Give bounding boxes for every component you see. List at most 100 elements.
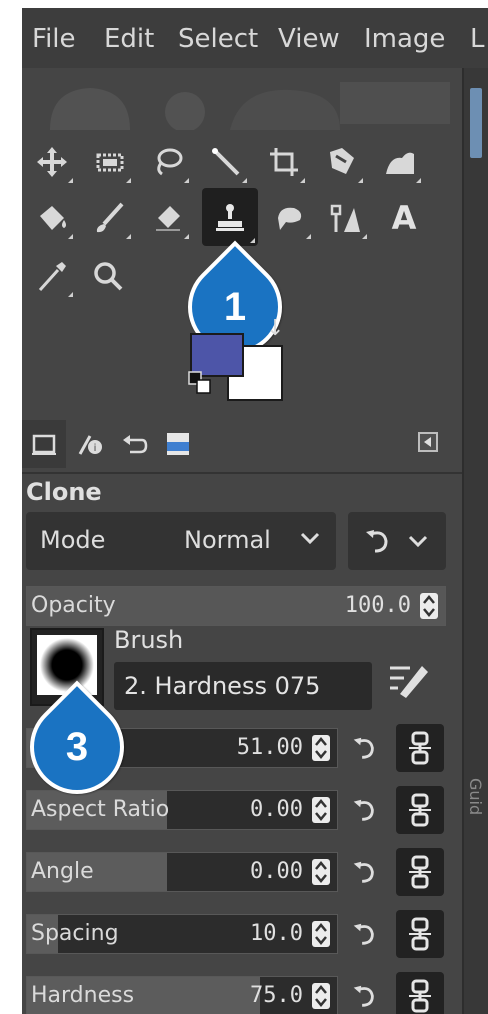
callout-number-3: 3: [65, 724, 89, 769]
smudge-icon: [278, 207, 302, 230]
link-aspect-ratio-button[interactable]: [396, 786, 444, 834]
spacing-value: 10.0: [250, 921, 303, 946]
rectangle-select-icon: [96, 153, 124, 172]
paint-mode-revert-dropdown[interactable]: [348, 512, 446, 570]
mode-dropdown[interactable]: Mode Normal: [26, 512, 336, 570]
chain-link-icon: [409, 979, 431, 1013]
opacity-value: 100.0: [344, 593, 411, 618]
spin-arrows-icon[interactable]: [311, 982, 331, 1010]
reset-aspect-ratio-button[interactable]: [348, 790, 380, 830]
image-window-edge: [470, 88, 482, 158]
menu-select[interactable]: Select: [178, 24, 258, 54]
paths-icon: [330, 204, 360, 232]
brush-preview: [37, 635, 97, 695]
hardness-label: Hardness: [31, 983, 135, 1008]
reset-icon: [353, 799, 374, 821]
brush-name-value: 2. Hardness 075: [124, 672, 321, 700]
wilber-header-icon: [50, 82, 450, 130]
panel-menu-button[interactable]: [418, 432, 438, 452]
reset-angle-button[interactable]: [348, 852, 380, 892]
svg-text:i: i: [94, 443, 97, 454]
reset-hardness-button[interactable]: [348, 976, 380, 1014]
bucket-icon: [40, 206, 66, 230]
menu-view[interactable]: View: [278, 24, 340, 54]
paths-tool[interactable]: [322, 194, 370, 242]
zoom-tool[interactable]: [84, 252, 132, 300]
reset-icon: [353, 923, 374, 945]
color-picker-tool[interactable]: [28, 252, 76, 300]
tab-tool-options[interactable]: [22, 420, 66, 468]
clone-stamp-icon: [216, 204, 244, 231]
text-tool-glyph: A: [391, 199, 417, 237]
reset-icon: [353, 737, 374, 759]
spin-arrows-icon[interactable]: [419, 592, 439, 620]
side-panel-label: Guid: [466, 778, 485, 816]
mode-value: Normal: [184, 526, 271, 554]
spin-arrows-icon[interactable]: [311, 734, 331, 762]
bucket-fill-tool[interactable]: [28, 194, 76, 242]
opacity-slider[interactable]: Opacity 100.0: [26, 586, 446, 626]
chain-link-icon: [409, 793, 431, 827]
opacity-label: Opacity: [31, 593, 116, 618]
angle-label: Angle: [31, 859, 94, 884]
brush-label: Brush: [114, 626, 184, 654]
magic-wand-icon: [212, 148, 240, 176]
chain-link-icon: [409, 917, 431, 951]
link-hardness-button[interactable]: [396, 972, 444, 1014]
right-dock-strip: [462, 68, 488, 1014]
eraser-tool[interactable]: [144, 194, 192, 242]
tab-undo-history[interactable]: [112, 420, 156, 468]
swap-colors-icon[interactable]: ↓: [266, 316, 288, 342]
edit-brush-icon[interactable]: [386, 658, 430, 702]
magnifier-icon: [94, 262, 123, 291]
undo-history-icon: [123, 435, 148, 454]
menu-edit[interactable]: Edit: [104, 24, 154, 54]
hardness-slider[interactable]: Hardness 75.0: [26, 976, 338, 1014]
tab-images[interactable]: [156, 420, 200, 468]
default-colors-icon[interactable]: [188, 371, 212, 395]
lasso-icon: [157, 148, 183, 176]
brush-name-field[interactable]: 2. Hardness 075: [114, 662, 372, 710]
spin-arrows-icon[interactable]: [311, 796, 331, 824]
spacing-slider[interactable]: Spacing 10.0: [26, 914, 338, 954]
warp-transform-tool[interactable]: [376, 138, 424, 186]
paintbrush-tool[interactable]: [86, 194, 134, 242]
reset-icon: [353, 985, 374, 1007]
eyedropper-icon: [38, 262, 66, 292]
rect-select-tool[interactable]: [86, 138, 134, 186]
aspect-ratio-slider[interactable]: Aspect Ratio 0.00: [26, 790, 338, 830]
angle-slider[interactable]: Angle 0.00: [26, 852, 338, 892]
spin-arrows-icon[interactable]: [311, 920, 331, 948]
fuzzy-select-tool[interactable]: [202, 138, 250, 186]
spin-arrows-icon[interactable]: [311, 858, 331, 886]
clone-tool[interactable]: [202, 188, 258, 246]
spacing-label: Spacing: [31, 921, 119, 946]
transform-icon: [330, 148, 354, 174]
text-tool[interactable]: A: [380, 194, 428, 242]
reset-spacing-button[interactable]: [348, 914, 380, 954]
menu-file[interactable]: File: [32, 24, 76, 54]
hardness-value: 75.0: [250, 983, 303, 1008]
move-tool[interactable]: [28, 138, 76, 186]
dock-tabs: i: [22, 416, 462, 474]
menu-layer-partial[interactable]: L: [470, 24, 485, 54]
link-spacing-button[interactable]: [396, 910, 444, 958]
warp-icon: [386, 152, 414, 174]
menu-image[interactable]: Image: [364, 24, 445, 54]
crop-tool[interactable]: [260, 138, 308, 186]
lasso-tool[interactable]: [144, 138, 192, 186]
chevron-down-icon: [300, 532, 320, 545]
reset-size-button[interactable]: [348, 728, 380, 768]
chain-link-icon: [409, 855, 431, 889]
unified-transform-tool[interactable]: [318, 138, 366, 186]
link-size-button[interactable]: [396, 724, 444, 772]
size-value: 51.00: [236, 735, 303, 760]
tool-options-title: Clone: [26, 478, 102, 506]
tab-device-status[interactable]: i: [68, 420, 112, 468]
smudge-tool[interactable]: [266, 194, 314, 242]
chain-link-icon: [409, 731, 431, 765]
link-angle-button[interactable]: [396, 848, 444, 896]
menu-bar: File Edit Select View Image L: [22, 8, 488, 68]
aspect-ratio-value: 0.00: [250, 797, 303, 822]
crop-icon: [270, 148, 298, 176]
